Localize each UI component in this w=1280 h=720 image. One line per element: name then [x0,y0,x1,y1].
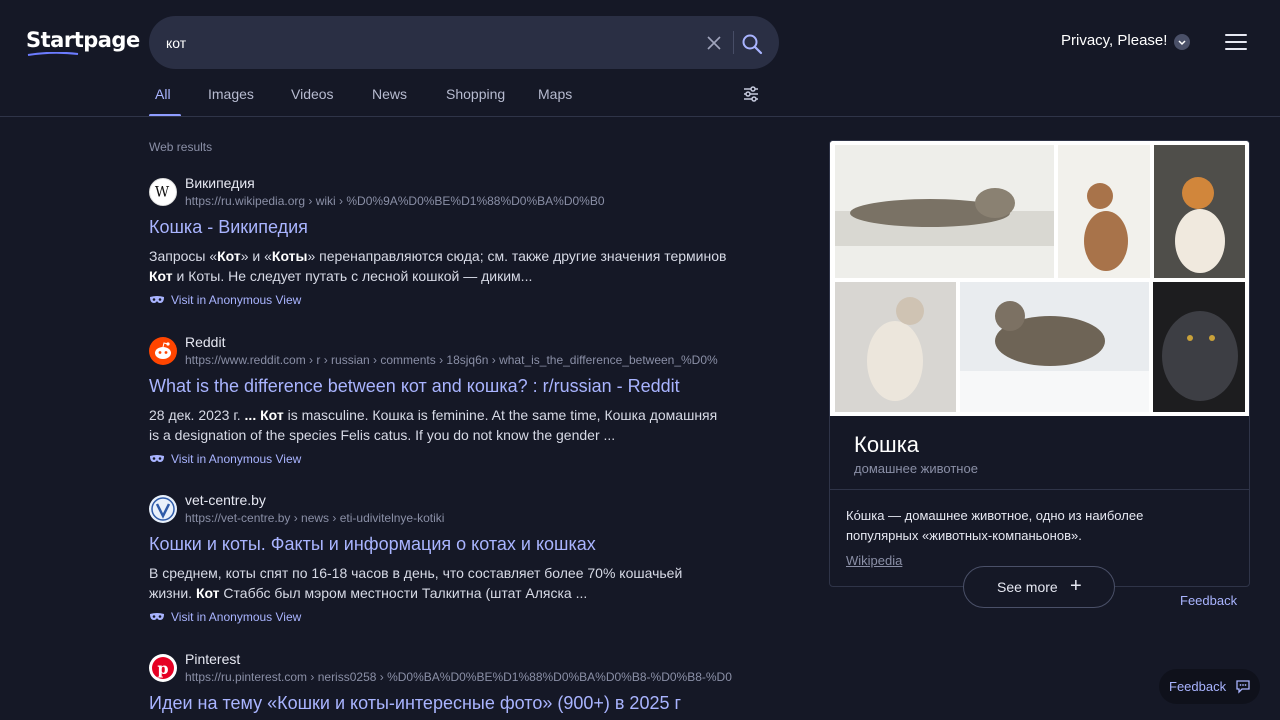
see-more-label: See more [997,579,1058,595]
privacy-menu-label[interactable]: Privacy, Please! [1061,32,1167,49]
reddit-icon [149,337,177,365]
web-results-label: Web results [149,140,213,154]
pinterest-icon: p [149,654,177,682]
tab-maps[interactable]: Maps [538,86,572,102]
vet-centre-icon [149,495,177,523]
cat-photos-collage [830,141,1249,416]
knowledge-panel-description: Ко́шка — домашнее животное, одно из наиб… [846,508,1144,543]
search-box [149,16,779,69]
page: Startpage Privacy, Please! All Images Vi… [0,0,1280,720]
see-more-button[interactable]: See more + [963,566,1115,608]
result-snippet: Запросы «Кот» и «Коты» перенаправляются … [149,248,727,284]
mask-icon [150,455,164,462]
knowledge-panel-image-collage[interactable] [830,141,1249,416]
mask-icon [150,613,164,620]
result-url: https://ru.wikipedia.org › wiki › %D0%9A… [185,194,605,208]
plus-icon: + [1070,575,1082,597]
result-snippet: В среднем, коты спят по 16-18 часов в де… [149,565,683,601]
logo-swoosh [27,52,79,56]
result-title-link[interactable]: Идеи на тему «Кошки и коты-интересные фо… [149,693,681,714]
hamburger-menu-icon[interactable] [1225,33,1247,51]
result-site-name: Википедия [185,175,255,191]
result-url: https://www.reddit.com › r › russian › c… [185,353,718,367]
result-site-name: Reddit [185,334,226,350]
knowledge-panel-subtitle: домашнее животное [854,461,978,476]
result-title-link[interactable]: What is the difference between кот and к… [149,376,680,397]
tab-news[interactable]: News [372,86,407,102]
result-title-link[interactable]: Кошка - Википедия [149,217,308,238]
clear-icon[interactable] [704,33,724,53]
svg-text:W: W [155,185,170,201]
result-site-name: vet-centre.by [185,492,266,508]
tab-shopping[interactable]: Shopping [446,86,505,102]
startpage-logo[interactable]: Startpage [26,28,140,52]
floating-feedback-label: Feedback [1169,679,1227,694]
result-url: https://ru.pinterest.com › neriss0258 › … [185,670,732,684]
result-title-link[interactable]: Кошки и коты. Факты и информация о котах… [149,534,596,555]
search-icon[interactable] [740,32,764,56]
wikipedia-icon: W [149,178,177,206]
header-divider [0,116,1280,117]
knowledge-panel-source-link[interactable]: Wikipedia [846,553,902,568]
result-url: https://vet-centre.by › news › eti-udivi… [185,511,445,525]
svg-text:p: p [157,659,168,678]
mask-icon [150,296,164,303]
chevron-down-icon[interactable] [1174,34,1190,50]
knowledge-panel-title: Кошка [854,432,920,457]
tab-videos[interactable]: Videos [291,86,334,102]
result-site-name: Pinterest [185,651,241,667]
knowledge-panel-divider [830,489,1249,490]
result-snippet: 28 дек. 2023 г. ... Кот is masculine. Ко… [149,407,718,443]
tab-all[interactable]: All [155,86,171,102]
knowledge-panel-feedback-link[interactable]: Feedback [1180,593,1237,608]
filters-icon[interactable] [742,85,760,103]
floating-feedback-button[interactable]: Feedback [1159,669,1260,704]
tab-images[interactable]: Images [208,86,254,102]
chat-bubble-icon [1236,680,1250,694]
knowledge-panel: Кошка домашнее животное Ко́шка — домашне… [829,140,1250,587]
search-input[interactable] [166,32,686,54]
search-divider [733,31,734,54]
